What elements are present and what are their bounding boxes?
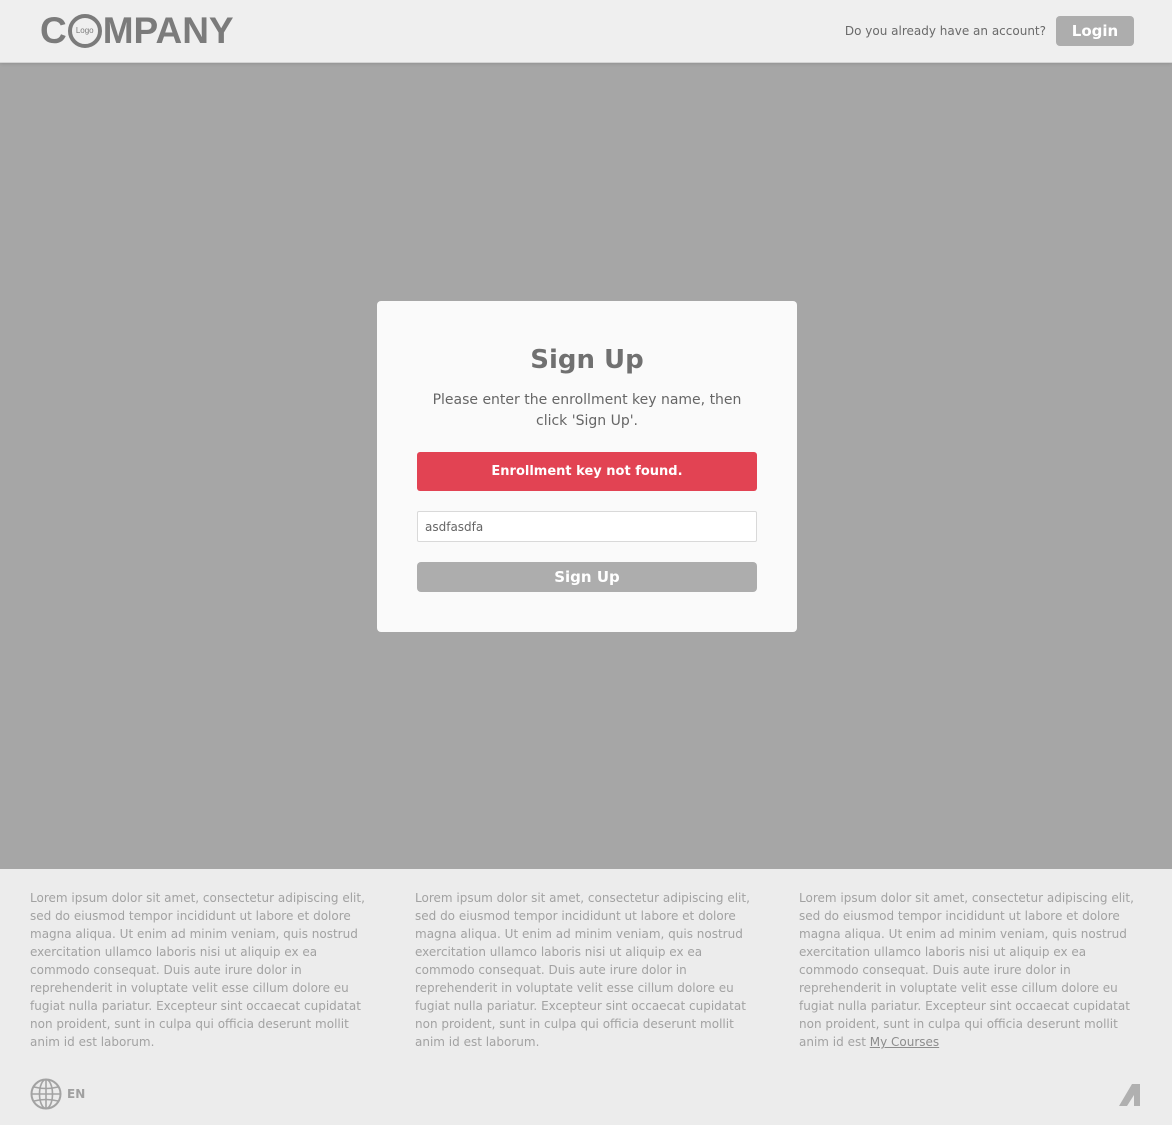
login-button[interactable]: Login	[1056, 16, 1134, 46]
page-footer: Lorem ipsum dolor sit amet, consectetur …	[0, 869, 1172, 1125]
footer-text-col-3-body: Lorem ipsum dolor sit amet, consectetur …	[799, 891, 1134, 1049]
footer-text-col-1: Lorem ipsum dolor sit amet, consectetur …	[30, 891, 365, 1049]
globe-icon	[30, 1078, 62, 1110]
error-alert: Enrollment key not found.	[417, 452, 757, 491]
signup-card: Sign Up Please enter the enrollment key …	[377, 301, 797, 632]
signup-button[interactable]: Sign Up	[417, 562, 757, 592]
account-question: Do you already have an account?	[844, 24, 1046, 38]
logo-text-prefix: C	[40, 10, 67, 51]
footer-text-col-2: Lorem ipsum dolor sit amet, consectetur …	[415, 891, 750, 1049]
footer-text-col-3: Lorem ipsum dolor sit amet, consectetur …	[799, 889, 1144, 1051]
signup-title: Sign Up	[530, 345, 644, 375]
company-logo[interactable]: C Logo MPANY	[40, 12, 234, 50]
language-selector[interactable]: EN	[30, 1078, 85, 1110]
enrollment-key-input[interactable]	[417, 511, 757, 542]
signup-description: Please enter the enrollment key name, th…	[432, 392, 742, 429]
my-courses-link[interactable]: My Courses	[870, 1035, 939, 1049]
logo-text-suffix: MPANY	[102, 10, 234, 51]
logo-circle-text: Logo	[75, 26, 94, 35]
logo-circle-icon: Logo	[67, 14, 102, 48]
language-label: EN	[67, 1087, 86, 1101]
brand-mark-icon	[1119, 1084, 1140, 1106]
top-header: C Logo MPANY Do you already have an acco…	[0, 0, 1172, 63]
